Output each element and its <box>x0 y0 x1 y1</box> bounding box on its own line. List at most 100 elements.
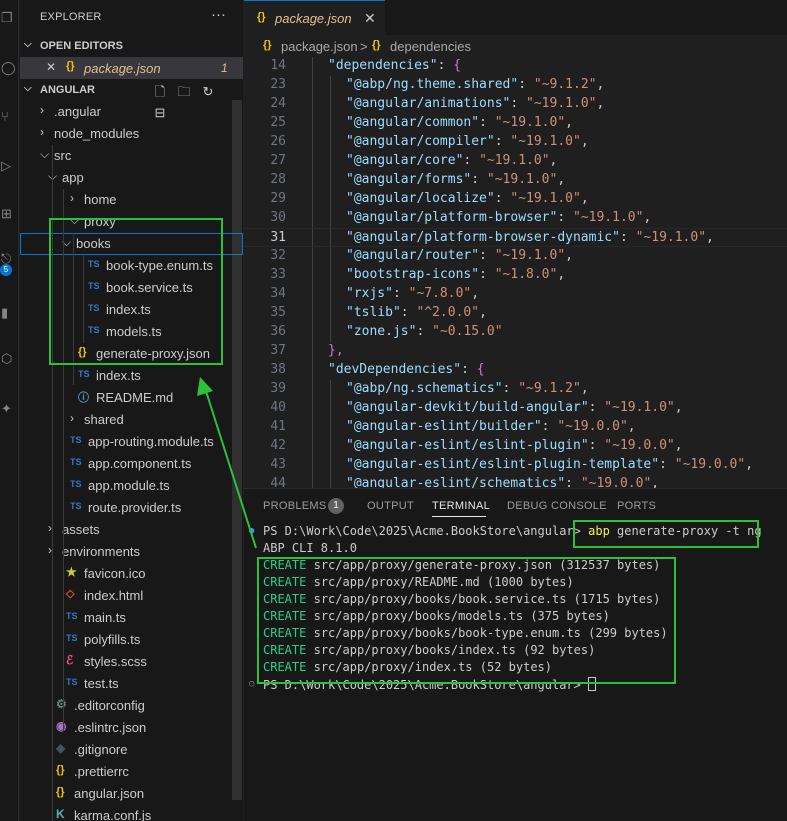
open-editors-section[interactable]: ⌵ OPEN EDITORS <box>20 35 243 57</box>
tab-ports[interactable]: PORTS <box>617 500 656 512</box>
tree-file[interactable]: TS app.component.ts <box>20 453 243 475</box>
code-text: "@angular/localize": "~19.1.0", <box>346 191 589 206</box>
tab-output[interactable]: OUTPUT <box>367 500 414 512</box>
refresh-icon[interactable]: ↻ <box>196 84 220 100</box>
settings-icon[interactable]: ✦ <box>0 400 19 418</box>
quote: " <box>346 457 354 472</box>
tree-file[interactable]: Kkarma.conf.js <box>20 805 243 821</box>
close-icon[interactable]: ✕ <box>364 10 376 27</box>
tree-file[interactable]: ◇ index.html <box>20 585 243 607</box>
tree-folder[interactable]: › assets <box>20 519 243 541</box>
created-file-line: CREATE src/app/proxy/books/book.service.… <box>263 592 660 609</box>
json-key: @angular/compiler <box>353 134 487 149</box>
code-line: 14 "dependencies": { <box>244 57 787 76</box>
tree-file[interactable]: TS app.module.ts <box>20 475 243 497</box>
tab-debug-console[interactable]: DEBUG CONSOLE <box>507 500 607 512</box>
tree-item-label: styles.scss <box>84 654 147 669</box>
extensions-icon[interactable]: ⊞ <box>0 205 19 223</box>
tree-item-label: book-type.enum.ts <box>106 258 213 273</box>
code-line: 39 "@abp/ng.schematics": "~9.1.2", <box>244 380 787 399</box>
json-value: ^2.0.0 <box>424 305 472 320</box>
breadcrumb-item[interactable]: dependencies <box>390 39 471 54</box>
quote: " <box>557 419 566 434</box>
docker-icon[interactable]: ⬡ <box>0 350 19 368</box>
tree-file[interactable]: ⚙ .editorconfig <box>20 695 243 717</box>
tree-item-label: book.service.ts <box>106 280 193 295</box>
chevron-down-icon: ⌵ <box>24 39 32 50</box>
line-number: 30 <box>270 210 286 225</box>
colon: : <box>494 191 511 206</box>
tree-file[interactable]: ℰstyles.scss <box>20 651 243 673</box>
tree-file[interactable]: ★ favicon.ico <box>20 563 243 585</box>
json-key: @angular-eslint/schematics <box>353 476 558 488</box>
open-editor-item[interactable]: ✕ {} package.json 1 <box>20 57 243 79</box>
create-label: CREATE <box>263 626 307 640</box>
quote: " <box>494 324 503 339</box>
colon: : <box>437 58 454 73</box>
code-text: "devDependencies": { <box>328 362 485 377</box>
sidebar-scrollbar[interactable] <box>232 100 242 800</box>
json-key: @angular-eslint/eslint-plugin <box>353 438 581 453</box>
tree-file[interactable]: TS polyfills.ts <box>20 629 243 651</box>
tree-file[interactable]: TS test.ts <box>20 673 243 695</box>
quote: " <box>346 191 354 206</box>
colon: : <box>392 286 409 301</box>
tree-file[interactable]: TS models.ts <box>20 321 243 343</box>
quote: " <box>346 476 354 488</box>
tree-file[interactable]: TS app-routing.module.ts <box>20 431 243 453</box>
tree-file[interactable]: TS index.ts <box>20 365 243 387</box>
close-icon[interactable]: ✕ <box>46 60 56 74</box>
tree-folder[interactable]: › environments <box>20 541 243 563</box>
tree-folder[interactable]: › .angular <box>20 101 243 123</box>
tree-folder[interactable]: ⌵ src <box>20 145 243 167</box>
quote: " <box>328 58 336 73</box>
chevron-right-icon: › <box>40 103 44 117</box>
tree-item-label: node_modules <box>54 126 140 141</box>
tree-file[interactable]: TS route.provider.ts <box>20 497 243 519</box>
tree-folder[interactable]: ⌵app <box>20 167 243 189</box>
code-text: "@angular/router": "~19.1.0", <box>346 248 573 263</box>
quote: " <box>346 210 354 225</box>
problem-count: 1 <box>221 61 228 75</box>
breadcrumb-item[interactable]: package.json <box>281 39 358 54</box>
code-text: "@angular/common": "~19.1.0", <box>346 115 573 130</box>
testing-icon[interactable]: ▮ <box>0 304 19 322</box>
quote: " <box>346 230 354 245</box>
colon: : <box>565 476 581 488</box>
line-number: 29 <box>270 191 286 206</box>
code-text: "@abp/ng.theme.shared": "~9.1.2", <box>346 77 604 92</box>
tree-item-label: assets <box>62 522 100 537</box>
search-icon[interactable]: ◯ <box>0 59 19 77</box>
tree-file[interactable]: TS index.ts <box>20 299 243 321</box>
tree-file[interactable]: {} generate-proxy.json <box>20 343 243 365</box>
tree-file[interactable]: {} angular.json <box>20 783 243 805</box>
tree-folder[interactable]: ⌵ books <box>20 233 243 255</box>
explorer-icon[interactable]: ❐ <box>0 9 19 27</box>
tree-file[interactable]: ◆ .gitignore <box>20 739 243 761</box>
tab-terminal[interactable]: TERMINAL <box>432 500 490 512</box>
chevron-down-icon: ⌵ <box>24 83 32 94</box>
code-line: 31 "@angular/platform-browser-dynamic": "… <box>244 228 787 247</box>
tree-folder[interactable]: › home <box>20 189 243 211</box>
tree-folder[interactable]: › node_modules <box>20 123 243 145</box>
comma: , <box>627 419 636 434</box>
more-actions-icon[interactable]: ··· <box>211 6 226 23</box>
tab-package-json[interactable]: {} package.json ✕ <box>244 0 385 35</box>
json-file-icon: {} <box>78 346 87 358</box>
tree-folder[interactable]: › shared <box>20 409 243 431</box>
tree-folder[interactable]: ⌵ proxy <box>20 211 243 233</box>
colon: : <box>479 248 495 263</box>
comma: , <box>580 381 589 396</box>
source-control-icon[interactable]: ⑂ <box>0 108 19 126</box>
chevron-right-icon: › <box>40 125 44 139</box>
tree-file[interactable]: TS book-type.enum.ts <box>20 255 243 277</box>
created-file-line: CREATE src/app/proxy/README.md (1000 byt… <box>263 575 574 592</box>
tree-file[interactable]: ◉ .eslintrc.json <box>20 717 243 739</box>
run-debug-icon[interactable]: ▷ <box>0 157 19 175</box>
tree-file[interactable]: TS main.ts <box>20 607 243 629</box>
tree-file[interactable]: {} .prettierrc <box>20 761 243 783</box>
tab-problems[interactable]: PROBLEMS <box>263 500 327 512</box>
tree-file[interactable]: ⓘ README.md <box>20 387 243 409</box>
tree-item-label: karma.conf.js <box>74 808 152 821</box>
tree-file[interactable]: TS book.service.ts <box>20 277 243 299</box>
